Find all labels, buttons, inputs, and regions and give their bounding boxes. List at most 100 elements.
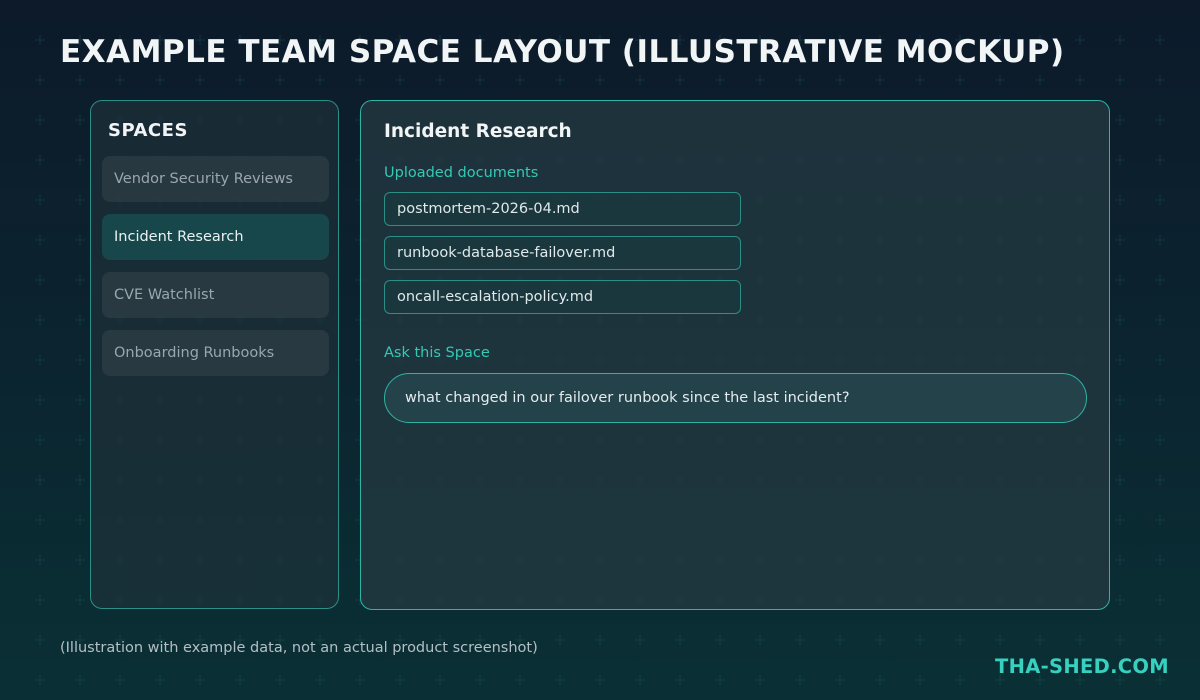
grid-plus-mark	[1115, 35, 1125, 45]
grid-plus-mark	[1155, 555, 1165, 565]
grid-plus-mark	[235, 675, 245, 685]
grid-plus-mark	[915, 675, 925, 685]
grid-plus-mark	[1115, 635, 1125, 645]
grid-plus-mark	[1115, 315, 1125, 325]
grid-plus-mark	[1155, 75, 1165, 85]
grid-plus-mark	[1115, 515, 1125, 525]
grid-plus-mark	[1035, 635, 1045, 645]
grid-plus-mark	[635, 635, 645, 645]
illustration-caption: (Illustration with example data, not an …	[60, 640, 538, 656]
grid-plus-mark	[1075, 635, 1085, 645]
grid-plus-mark	[595, 635, 605, 645]
grid-plus-mark	[1155, 475, 1165, 485]
grid-plus-mark	[875, 75, 885, 85]
sidebar-heading: SPACES	[108, 120, 188, 141]
grid-plus-mark	[475, 675, 485, 685]
ask-section-label: Ask this Space	[384, 345, 490, 361]
grid-plus-mark	[555, 75, 565, 85]
grid-plus-mark	[355, 75, 365, 85]
grid-plus-mark	[1115, 355, 1125, 365]
grid-plus-mark	[1155, 275, 1165, 285]
sidebar-item-vendor-security-reviews[interactable]: Vendor Security Reviews	[102, 156, 329, 202]
spaces-sidebar: SPACES Vendor Security Reviews Incident …	[90, 100, 339, 609]
grid-plus-mark	[35, 675, 45, 685]
page-title: EXAMPLE TEAM SPACE LAYOUT (ILLUSTRATIVE …	[60, 34, 1065, 70]
grid-plus-mark	[35, 75, 45, 85]
grid-plus-mark	[1115, 475, 1125, 485]
grid-plus-mark	[35, 435, 45, 445]
grid-plus-mark	[955, 75, 965, 85]
grid-plus-mark	[195, 675, 205, 685]
grid-plus-mark	[1115, 555, 1125, 565]
grid-plus-mark	[475, 75, 485, 85]
grid-plus-mark	[1155, 435, 1165, 445]
grid-plus-mark	[235, 75, 245, 85]
grid-plus-mark	[1115, 155, 1125, 165]
grid-plus-mark	[1155, 515, 1165, 525]
grid-plus-mark	[1155, 35, 1165, 45]
grid-plus-mark	[35, 395, 45, 405]
grid-plus-mark	[35, 195, 45, 205]
grid-plus-mark	[195, 75, 205, 85]
grid-plus-mark	[995, 635, 1005, 645]
sidebar-item-incident-research[interactable]: Incident Research	[102, 214, 329, 260]
grid-plus-mark	[1115, 195, 1125, 205]
grid-plus-mark	[635, 675, 645, 685]
grid-plus-mark	[315, 75, 325, 85]
grid-plus-mark	[155, 75, 165, 85]
grid-plus-mark	[1155, 395, 1165, 405]
grid-plus-mark	[75, 515, 85, 525]
grid-plus-mark	[795, 675, 805, 685]
grid-plus-mark	[75, 155, 85, 165]
grid-plus-mark	[35, 155, 45, 165]
grid-plus-mark	[35, 595, 45, 605]
grid-plus-mark	[675, 635, 685, 645]
documents-section-label: Uploaded documents	[384, 165, 539, 181]
grid-plus-mark	[955, 675, 965, 685]
grid-plus-mark	[635, 75, 645, 85]
grid-plus-mark	[75, 435, 85, 445]
ask-space-input[interactable]	[384, 373, 1087, 423]
grid-plus-mark	[1155, 155, 1165, 165]
grid-plus-mark	[715, 635, 725, 645]
grid-plus-mark	[35, 515, 45, 525]
grid-plus-mark	[35, 35, 45, 45]
grid-plus-mark	[1155, 355, 1165, 365]
grid-plus-mark	[435, 75, 445, 85]
sidebar-item-cve-watchlist[interactable]: CVE Watchlist	[102, 272, 329, 318]
document-item[interactable]: postmortem-2026-04.md	[384, 192, 741, 226]
grid-plus-mark	[75, 595, 85, 605]
grid-plus-mark	[35, 635, 45, 645]
grid-plus-mark	[1115, 595, 1125, 605]
grid-plus-mark	[75, 395, 85, 405]
document-item[interactable]: runbook-database-failover.md	[384, 236, 741, 270]
grid-plus-mark	[1115, 235, 1125, 245]
grid-plus-mark	[875, 675, 885, 685]
document-list: postmortem-2026-04.md runbook-database-f…	[384, 192, 741, 324]
grid-plus-mark	[115, 75, 125, 85]
grid-plus-mark	[1155, 235, 1165, 245]
grid-plus-mark	[395, 675, 405, 685]
grid-plus-mark	[555, 635, 565, 645]
grid-plus-mark	[915, 635, 925, 645]
document-item[interactable]: oncall-escalation-policy.md	[384, 280, 741, 314]
grid-plus-mark	[1115, 275, 1125, 285]
grid-plus-mark	[755, 635, 765, 645]
brand-logo-text: THA-SHED.COM	[995, 655, 1169, 678]
grid-plus-mark	[595, 75, 605, 85]
grid-plus-mark	[75, 315, 85, 325]
sidebar-item-onboarding-runbooks[interactable]: Onboarding Runbooks	[102, 330, 329, 376]
grid-plus-mark	[675, 75, 685, 85]
grid-plus-mark	[1155, 195, 1165, 205]
grid-plus-mark	[275, 75, 285, 85]
grid-plus-mark	[755, 675, 765, 685]
grid-plus-mark	[35, 235, 45, 245]
grid-plus-mark	[755, 75, 765, 85]
grid-plus-mark	[835, 75, 845, 85]
grid-plus-mark	[675, 675, 685, 685]
grid-plus-mark	[1035, 75, 1045, 85]
grid-plus-mark	[35, 475, 45, 485]
grid-plus-mark	[35, 315, 45, 325]
grid-plus-mark	[835, 675, 845, 685]
grid-plus-mark	[275, 675, 285, 685]
